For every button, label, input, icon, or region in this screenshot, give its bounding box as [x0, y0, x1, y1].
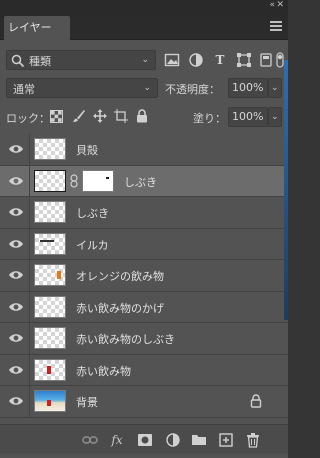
fill-input[interactable]: 100% — [228, 107, 268, 127]
lock-icon[interactable] — [250, 394, 262, 408]
visibility-eye-icon[interactable] — [8, 363, 24, 377]
orange-drink-thumb-icon — [57, 271, 61, 279]
visibility-eye-icon[interactable] — [8, 268, 24, 282]
fill-dropdown[interactable]: ⌄ — [268, 107, 282, 127]
layer-name[interactable]: 赤い飲み物 — [76, 363, 131, 379]
blend-mode-value: 通常 — [13, 83, 35, 96]
chevron-down-icon: ⌄ — [141, 55, 149, 65]
layer-row[interactable]: イルカ — [0, 228, 288, 260]
layer-row[interactable]: オレンジの飲み物 — [0, 260, 288, 292]
visibility-eye-icon[interactable] — [8, 394, 24, 408]
double-chevron-icon[interactable]: « — [269, 0, 274, 10]
canvas-edge-strip — [284, 60, 288, 320]
opacity-input[interactable]: 100% — [228, 78, 268, 98]
red-drink-thumb-icon — [47, 365, 51, 374]
dolphin-thumb-icon — [40, 239, 54, 242]
new-layer-icon[interactable] — [218, 432, 234, 448]
layer-row[interactable]: 背景 — [0, 386, 288, 418]
visibility-eye-icon[interactable] — [8, 300, 24, 314]
mask-link-icon[interactable] — [69, 173, 79, 188]
layer-name[interactable]: しぶき — [76, 205, 109, 221]
layer-mask-thumbnail[interactable] — [82, 169, 114, 192]
close-icon[interactable]: ✕ — [276, 0, 284, 10]
mask-mark-icon — [106, 176, 109, 179]
layer-row[interactable]: 貝殻 — [0, 134, 288, 166]
layer-name[interactable]: 赤い飲み物のしぶき — [76, 331, 175, 347]
filter-toggle-icon[interactable] — [276, 52, 284, 68]
lock-artboard-icon[interactable] — [114, 109, 128, 123]
layer-name[interactable]: オレンジの飲み物 — [76, 268, 164, 284]
layer-row[interactable]: 赤い飲み物のしぶき — [0, 323, 288, 355]
adjustment-layer-icon[interactable] — [165, 432, 181, 448]
layer-row[interactable]: 赤い飲み物のかげ — [0, 291, 288, 323]
chevron-down-icon: ⌄ — [271, 112, 279, 122]
layer-thumbnail — [34, 201, 66, 223]
visibility-eye-icon[interactable] — [8, 174, 24, 188]
blend-mode-select[interactable]: 通常 ⌄ — [6, 78, 158, 98]
panel-tab-bar: レイヤー — [0, 14, 288, 40]
layers-footer-toolbar: fx — [0, 424, 288, 454]
lock-transparent-icon[interactable] — [50, 110, 63, 123]
layer-name[interactable]: 貝殻 — [76, 142, 98, 158]
lock-move-icon[interactable] — [93, 109, 107, 123]
layer-name[interactable]: しぶき — [124, 174, 157, 190]
adjustment-filter-icon[interactable] — [188, 52, 204, 68]
opacity-label: 不透明度： — [165, 83, 220, 96]
layer-thumbnail — [34, 327, 66, 349]
layer-name[interactable]: 背景 — [76, 394, 98, 410]
visibility-eye-icon[interactable] — [8, 142, 24, 156]
layer-thumbnail — [34, 390, 66, 412]
layer-row[interactable]: しぶき — [0, 197, 288, 229]
add-mask-icon[interactable] — [137, 432, 153, 448]
layer-thumbnail — [34, 295, 66, 318]
panel-menu-icon[interactable] — [270, 21, 282, 31]
opacity-value: 100% — [232, 81, 264, 94]
filter-kind-label: 種類 — [29, 55, 51, 68]
link-layers-icon[interactable] — [82, 432, 98, 448]
layer-row-selected[interactable]: しぶき — [0, 165, 288, 197]
layer-name[interactable]: イルカ — [76, 237, 109, 253]
lock-all-icon[interactable] — [136, 109, 148, 123]
lock-paint-icon[interactable] — [72, 109, 86, 123]
type-filter-icon[interactable]: T — [212, 52, 228, 68]
chevron-down-icon: ⌄ — [271, 83, 279, 93]
new-group-icon[interactable] — [191, 432, 207, 448]
filter-kind-select[interactable]: 種類 ⌄ — [6, 50, 156, 70]
layer-thumbnail — [34, 232, 66, 255]
delete-layer-icon[interactable] — [245, 432, 261, 448]
beach-photo-thumb-icon — [47, 400, 51, 406]
opacity-dropdown[interactable]: ⌄ — [268, 78, 282, 98]
search-icon — [11, 54, 25, 68]
tab-layers[interactable]: レイヤー — [4, 16, 70, 40]
visibility-eye-icon[interactable] — [8, 331, 24, 345]
layer-row[interactable]: 赤い飲み物 — [0, 354, 288, 386]
layer-thumbnail — [34, 264, 66, 286]
layers-list: 貝殻 しぶき しぶき イルカ オレンジの飲み物 赤い飲み物のかげ 赤い飲み物のし… — [0, 134, 288, 422]
visibility-eye-icon[interactable] — [8, 205, 24, 219]
layer-name[interactable]: 赤い飲み物のかげ — [76, 300, 164, 316]
window-top-strip: « ✕ — [0, 0, 288, 14]
fill-value: 100% — [232, 110, 264, 123]
smart-object-filter-icon[interactable] — [258, 52, 274, 68]
fx-icon[interactable]: fx — [109, 432, 125, 448]
layer-thumbnail — [34, 169, 66, 192]
lock-label: ロック： — [6, 112, 50, 125]
layer-thumbnail — [34, 138, 66, 160]
fill-label: 塗り： — [193, 112, 226, 125]
chevron-down-icon: ⌄ — [143, 83, 151, 93]
visibility-eye-icon[interactable] — [8, 237, 24, 251]
shape-filter-icon[interactable] — [236, 52, 252, 68]
image-filter-icon[interactable] — [164, 52, 180, 68]
layer-thumbnail — [34, 358, 66, 381]
